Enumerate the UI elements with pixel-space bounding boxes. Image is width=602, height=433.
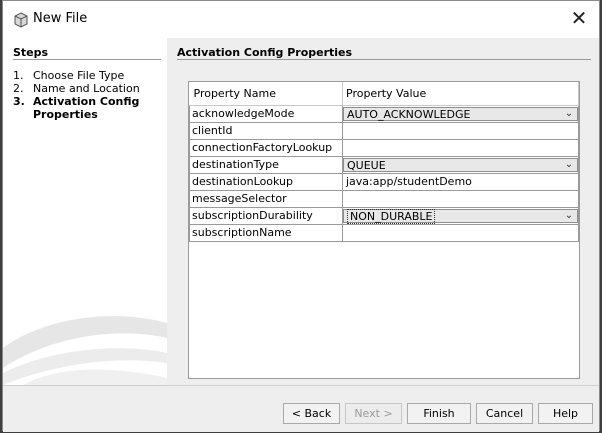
property-name-cell: acknowledgeMode bbox=[189, 105, 343, 123]
button-bar: < Back Next > Finish Cancel Help bbox=[3, 385, 599, 432]
help-button[interactable]: Help bbox=[538, 403, 593, 424]
cube-icon bbox=[14, 12, 28, 28]
main-panel: Activation Config Properties Property Na… bbox=[167, 38, 599, 385]
subscription-durability-dropdown[interactable]: NON_DURABLE ⌄ bbox=[343, 209, 578, 224]
column-header-property-name[interactable]: Property Name bbox=[189, 82, 343, 106]
steps-list: 1. Choose File Type 2. Name and Location… bbox=[13, 69, 165, 121]
chevron-down-icon[interactable]: ⌄ bbox=[563, 158, 575, 172]
steps-divider bbox=[13, 59, 161, 60]
column-header-property-value[interactable]: Property Value bbox=[342, 82, 579, 106]
dropdown-value: QUEUE bbox=[347, 159, 386, 172]
table-row: messageSelector bbox=[189, 190, 579, 208]
title-bar: New File ✕ bbox=[3, 1, 599, 38]
property-name-cell: destinationLookup bbox=[189, 173, 343, 191]
step-number: 1. bbox=[13, 69, 24, 82]
destination-type-dropdown[interactable]: QUEUE ⌄ bbox=[343, 158, 578, 172]
steps-heading: Steps bbox=[13, 46, 49, 59]
table-row: connectionFactoryLookup bbox=[189, 139, 579, 157]
panel-divider bbox=[177, 59, 591, 60]
acknowledge-mode-dropdown[interactable]: AUTO_ACKNOWLEDGE ⌄ bbox=[343, 107, 578, 121]
table-header-row: Property Name Property Value bbox=[189, 82, 579, 106]
property-name-cell: clientId bbox=[189, 122, 343, 140]
step-item: 2. Name and Location bbox=[13, 82, 165, 95]
step-number: 3. bbox=[13, 95, 25, 108]
step-number: 2. bbox=[13, 82, 24, 95]
property-value-cell[interactable]: AUTO_ACKNOWLEDGE ⌄ bbox=[342, 105, 579, 123]
property-value-cell[interactable]: java:app/studentDemo bbox=[342, 173, 579, 191]
property-name-cell: connectionFactoryLookup bbox=[189, 139, 343, 157]
decorative-swoosh bbox=[3, 316, 167, 385]
step-item-current: 3. Activation Config Properties bbox=[13, 95, 165, 121]
finish-button[interactable]: Finish bbox=[407, 403, 471, 424]
table-row: clientId bbox=[189, 122, 579, 140]
table-row: destinationType QUEUE ⌄ bbox=[189, 156, 579, 174]
panel-title: Activation Config Properties bbox=[177, 46, 353, 59]
property-value-cell[interactable]: NON_DURABLE ⌄ bbox=[342, 207, 579, 225]
step-label: Name and Location bbox=[33, 82, 140, 95]
back-button[interactable]: < Back bbox=[283, 403, 340, 424]
property-name-cell: subscriptionName bbox=[189, 224, 343, 242]
chevron-down-icon[interactable]: ⌄ bbox=[563, 209, 575, 223]
new-file-dialog: New File ✕ Steps 1. Choose File Type 2. … bbox=[2, 0, 600, 432]
property-name-cell: subscriptionDurability bbox=[189, 207, 343, 225]
dropdown-value: AUTO_ACKNOWLEDGE bbox=[347, 108, 471, 121]
property-value-cell[interactable] bbox=[342, 224, 579, 242]
table-row: acknowledgeMode AUTO_ACKNOWLEDGE ⌄ bbox=[189, 105, 579, 123]
cancel-button[interactable]: Cancel bbox=[476, 403, 533, 424]
table-row: subscriptionDurability NON_DURABLE ⌄ bbox=[189, 207, 579, 225]
close-icon[interactable]: ✕ bbox=[569, 8, 589, 29]
chevron-down-icon[interactable]: ⌄ bbox=[563, 107, 575, 121]
dropdown-value: NON_DURABLE bbox=[347, 209, 436, 224]
property-value-cell[interactable] bbox=[342, 122, 579, 140]
property-name-cell: destinationType bbox=[189, 156, 343, 174]
step-label: Activation Config Properties bbox=[33, 95, 140, 121]
window-title: New File bbox=[33, 11, 88, 26]
step-label: Choose File Type bbox=[33, 69, 125, 82]
step-item: 1. Choose File Type bbox=[13, 69, 165, 82]
property-name-cell: messageSelector bbox=[189, 190, 343, 208]
table-row: subscriptionName bbox=[189, 224, 579, 242]
property-value-cell[interactable] bbox=[342, 190, 579, 208]
next-button[interactable]: Next > bbox=[345, 403, 402, 424]
properties-table: Property Name Property Value acknowledge… bbox=[188, 81, 580, 379]
property-value-cell[interactable]: QUEUE ⌄ bbox=[342, 156, 579, 174]
steps-sidebar: Steps 1. Choose File Type 2. Name and Lo… bbox=[3, 38, 167, 385]
table-row: destinationLookup java:app/studentDemo bbox=[189, 173, 579, 191]
property-value-cell[interactable] bbox=[342, 139, 579, 157]
